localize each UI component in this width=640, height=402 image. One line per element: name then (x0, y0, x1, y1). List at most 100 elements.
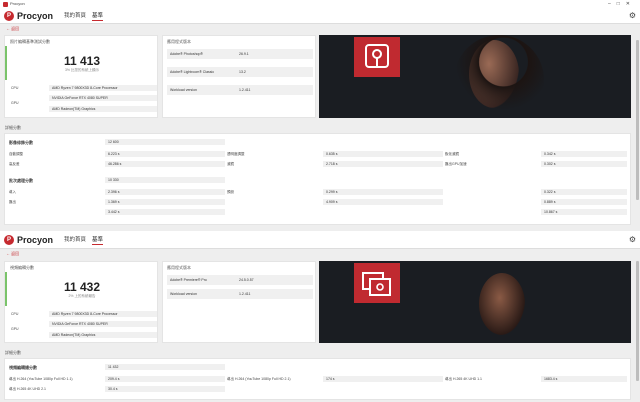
hw-label-cpu: CPU (11, 86, 19, 90)
metric-value: 2.396 s (105, 189, 225, 195)
metric-value: 3.442 s (105, 209, 225, 215)
app-name: Workload version (170, 292, 197, 296)
app-row: Adobe® Premiere® Pro 24.5.0.57 (167, 275, 313, 285)
metric-label: 導出 H.264 (YouTube 1080p Full HD 2.1) (227, 377, 291, 381)
gear-icon[interactable]: ⚙ (629, 11, 636, 21)
metric-value: 1.369 s (105, 199, 225, 205)
hair-shape (454, 35, 544, 118)
score-card: 照片編輯基準測試分數 11 413 3% 比您的系統上顯示 CPU AMD Ry… (4, 35, 158, 118)
hw-label-gpu: GPU (11, 101, 19, 105)
metric-value: 1683.4 s (541, 376, 627, 382)
metric-label: 高反差 (9, 162, 20, 166)
hw-value-gpu: NVIDIA GeForce RTX 4080 SUPER (49, 95, 157, 101)
app-version: 26.9.1 (239, 52, 249, 56)
score-card-title: 視頻編輯分數 (10, 265, 34, 270)
metric-label: 導出 H.264 (YouTube 1080p Full HD 1.1) (9, 377, 73, 381)
metric-value: 0.299 s (323, 189, 443, 195)
score-comparison: 3% 比您的系統上顯示 (64, 68, 100, 72)
title-bar: Procyon –□✕ (0, 0, 640, 8)
person-photo (479, 273, 525, 335)
score-comparison: 2% 上的系統報告 (68, 294, 96, 298)
metric-label: 匯出GPU加速 (445, 162, 467, 166)
back-link[interactable]: ← 返回 (6, 251, 19, 257)
app-icon (3, 1, 8, 7)
metric-value: 0.302 s (541, 161, 627, 167)
back-label: 返回 (11, 251, 20, 256)
photo-benchmark-icon (354, 37, 400, 77)
app-name: Adobe® Photoshop® (170, 52, 203, 56)
app-version: 1.2.411 (239, 292, 251, 296)
metric-label: 導入 (9, 190, 16, 194)
hw-value-gpu2: AMD Radeon(TM) Graphics (49, 332, 157, 338)
video-benchmark-icon (354, 263, 400, 303)
app-versions-card: 應用程式版本 Adobe® Photoshop® 26.9.1 Adobe® Li… (162, 35, 316, 118)
window-controls[interactable]: –□✕ (608, 0, 636, 8)
metric-label: 導出 H.265 4K UHD 2.1 (9, 387, 46, 391)
app-row: Workload version 1.2.411 (167, 85, 313, 95)
app-versions-title: 應用程式版本 (167, 265, 191, 270)
overall-score: 11 432 (63, 280, 101, 294)
group-label: 影像修飾分數 (9, 140, 33, 145)
gear-icon[interactable]: ⚙ (629, 235, 636, 245)
metric-value: 4.909 s (323, 199, 443, 205)
procyon-logo-icon: P (4, 235, 14, 245)
hw-value-gpu2: AMD Radeon(TM) Graphics (49, 106, 157, 112)
score-card: 視頻編輯分數 11 432 2% 上的系統報告 CPU AMD Ryzen 7 … (4, 261, 158, 343)
hw-value-cpu: AMD Ryzen 7 9800X3D 8-Core Processor (49, 311, 157, 317)
app-row: Adobe® Photoshop® 26.9.1 (167, 49, 313, 59)
scrollbar[interactable] (636, 261, 639, 381)
metric-label: 濾鏡 (227, 162, 234, 166)
metric-value: 10.867 s (541, 209, 627, 215)
metric-label: 導出 H.265 4K UHD 1.1 (445, 377, 482, 381)
metric-value: 0.322 s (541, 189, 627, 195)
metric-value: 0.342 s (541, 151, 627, 157)
metric-label: 匯出 (9, 200, 16, 204)
details-card: 影像修飾分數 12 600 自動調整 6.223 s 透明度調整 0.635 s… (4, 133, 631, 225)
app-row: Workload version 1.2.411 (167, 289, 313, 299)
window-video-editing: P Procyon 我的首頁 基準 ⚙ ← 返回 視頻編輯分數 11 432 2… (0, 231, 640, 402)
metric-value: 174 s (323, 376, 443, 382)
brand-name: Procyon (17, 11, 54, 21)
metric-value: 0.635 s (323, 151, 443, 157)
metric-label: 預設 (227, 190, 234, 194)
app-version: 24.5.0.57 (239, 278, 254, 282)
app-version: 1.2.411 (239, 88, 251, 92)
metric-value: 209.4 s (105, 376, 225, 382)
back-label: 返回 (11, 26, 20, 31)
back-link[interactable]: ← 返回 (6, 26, 19, 32)
procyon-logo-icon: P (4, 11, 14, 21)
metric-value: 6.223 s (105, 151, 225, 157)
details-title: 詳細分數 (5, 350, 21, 355)
group-score: 12 600 (105, 139, 225, 145)
scrollbar[interactable] (636, 40, 639, 200)
metric-value: 46.286 s (105, 161, 225, 167)
nav-my-home[interactable]: 我的首頁 (64, 236, 86, 244)
overall-score: 11 413 (63, 54, 101, 68)
metric-label: 銳化濾鏡 (445, 152, 459, 156)
nav-benchmarks[interactable]: 基準 (92, 12, 104, 21)
hw-value-gpu: NVIDIA GeForce RTX 4080 SUPER (49, 321, 157, 327)
app-name: Adobe® Premiere® Pro (170, 278, 207, 282)
nav-benchmarks[interactable]: 基準 (92, 236, 104, 245)
app-version: 13.2 (239, 70, 246, 74)
metric-label: 透明度調整 (227, 152, 245, 156)
app-versions-card: 應用程式版本 Adobe® Premiere® Pro 24.5.0.57 Wor… (162, 261, 316, 343)
metric-label: 自動調整 (9, 152, 23, 156)
app-versions-title: 應用程式版本 (167, 39, 191, 44)
nav-my-home[interactable]: 我的首頁 (64, 12, 86, 20)
hero-image (319, 35, 631, 118)
top-nav: P Procyon 我的首頁 基準 ⚙ (0, 231, 640, 249)
brand-name: Procyon (17, 235, 54, 245)
group-score: 11 432 (105, 364, 225, 370)
metric-value: 2.718 s (323, 161, 443, 167)
window-title: Procyon (10, 1, 25, 6)
top-nav: P Procyon 我的首頁 基準 ⚙ (0, 8, 640, 24)
app-row: Adobe® Lightroom® Classic 13.2 (167, 67, 313, 77)
hw-label-gpu: GPU (11, 327, 19, 331)
group-score: 10 330 (105, 177, 225, 183)
hw-label-cpu: CPU (11, 312, 19, 316)
details-card: 視頻編輯總分數 11 432 導出 H.264 (YouTube 1080p F… (4, 358, 631, 400)
window-photo-editing: Procyon –□✕ P Procyon 我的首頁 基準 ⚙ ← 返回 照片編… (0, 0, 640, 231)
group-label: 批次處理分數 (9, 178, 33, 183)
metric-value: 30.4 s (105, 386, 225, 392)
